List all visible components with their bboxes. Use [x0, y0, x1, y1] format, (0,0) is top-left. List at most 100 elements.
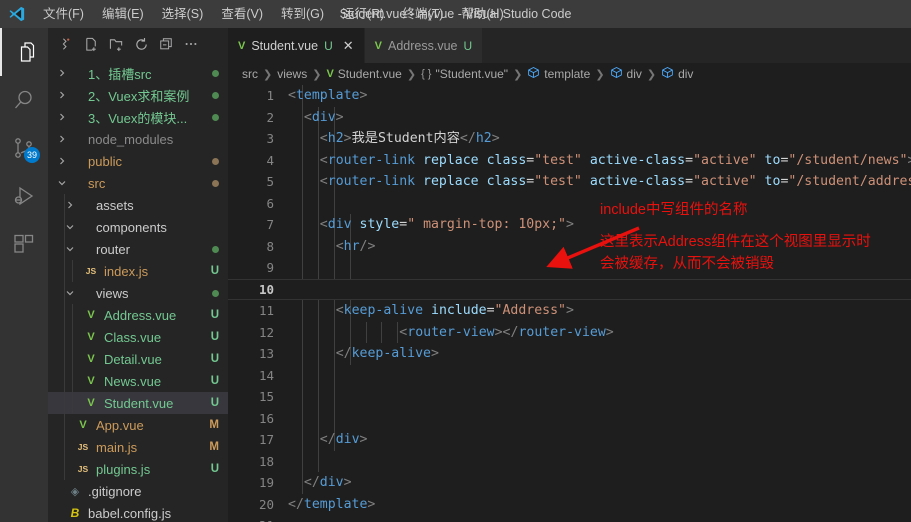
tree-item-nodemodules[interactable]: node_modules: [48, 128, 228, 150]
code-line[interactable]: 15: [228, 386, 911, 408]
breadcrumb-item-file[interactable]: V Student.vue: [326, 67, 401, 81]
code-line[interactable]: 12 <router-view></router-view>: [228, 322, 911, 344]
tree-item-babel.config.js[interactable]: Bbabel.config.js: [48, 502, 228, 522]
code-line[interactable]: 9: [228, 257, 911, 279]
chevron-down-icon[interactable]: [64, 216, 75, 238]
code-line[interactable]: 10: [228, 278, 911, 300]
breadcrumb[interactable]: src ❯ views ❯ V Student.vue ❯ { } "Stude…: [228, 63, 911, 85]
chevron-down-icon[interactable]: [56, 172, 67, 194]
code-token: >: [907, 153, 911, 168]
source-control-icon[interactable]: 39: [0, 124, 48, 172]
tree-item-student.vue[interactable]: V Student.vue U: [48, 392, 228, 414]
chevron-right-icon[interactable]: [56, 150, 67, 172]
refresh-explorer-icon[interactable]: [133, 36, 149, 52]
code-line[interactable]: 3 <h2>我是Student内容</h2>: [228, 128, 911, 150]
tree-item-detail.vue[interactable]: V Detail.vue U: [48, 348, 228, 370]
code-line[interactable]: 14: [228, 365, 911, 387]
more-actions-icon[interactable]: [183, 36, 199, 52]
extensions-icon[interactable]: [0, 220, 48, 268]
code-line[interactable]: 2 <div>: [228, 107, 911, 129]
git-status-badge: U: [210, 353, 219, 365]
code-token: to: [764, 152, 781, 168]
tab-student-vue[interactable]: V Student.vue U ✕: [228, 28, 365, 63]
search-icon[interactable]: [0, 76, 48, 124]
tree-item-app.vue[interactable]: V App.vue M: [48, 414, 228, 436]
breadcrumb-item-symbol-root[interactable]: { } "Student.vue": [421, 67, 508, 81]
code-token: >: [566, 303, 574, 318]
code-line[interactable]: 21: [228, 515, 911, 522]
code-token: >: [359, 88, 368, 103]
chevron-down-icon[interactable]: [64, 238, 75, 260]
code-editor[interactable]: 1 <template> 2 <div> 3 <h2>我是Student内容</h2> 4 <…: [228, 85, 911, 522]
run-and-debug-icon[interactable]: [0, 172, 48, 220]
tree-item-3vuex...[interactable]: 3、Vuex的模块...: [48, 106, 228, 128]
code-line[interactable]: 20 </template>: [228, 494, 911, 516]
chevron-right-icon[interactable]: [56, 106, 67, 128]
tree-item-1src[interactable]: 1、插槽src: [48, 62, 228, 84]
tab-address-vue[interactable]: V Address.vue U: [364, 28, 484, 63]
menu-go[interactable]: 转到(G): [272, 0, 333, 28]
vue-file-icon: V: [87, 375, 95, 387]
tree-item-src[interactable]: src: [48, 172, 228, 194]
line-number: 6: [266, 195, 274, 211]
code-line[interactable]: 11 <keep-alive include="Address">: [228, 300, 911, 322]
tree-item-label: Detail.vue: [104, 351, 162, 367]
git-file-icon: ◈: [70, 485, 80, 498]
close-icon[interactable]: ✕: [343, 39, 354, 52]
tree-item-news.vue[interactable]: V News.vue U: [48, 370, 228, 392]
tree-item-plugins.js[interactable]: JS plugins.js U: [48, 458, 228, 480]
new-folder-icon[interactable]: [108, 36, 124, 52]
tree-item-class.vue[interactable]: V Class.vue U: [48, 326, 228, 348]
chevron-right-icon[interactable]: [56, 128, 67, 150]
menu-bar[interactable]: 文件(F) 编辑(E) 选择(S) 查看(V) 转到(G) 运行(R) 终端(T…: [34, 0, 513, 28]
chevron-right-icon[interactable]: [56, 62, 67, 84]
vue-file-icon: V: [87, 397, 95, 409]
collapse-explorer-icon[interactable]: [58, 36, 74, 52]
tree-item-public[interactable]: public: [48, 150, 228, 172]
tree-item-components[interactable]: components: [48, 216, 228, 238]
menu-help[interactable]: 帮助(H): [452, 0, 512, 28]
chevron-right-icon[interactable]: [56, 84, 67, 106]
tree-item-main.js[interactable]: JS main.js M: [48, 436, 228, 458]
breadcrumb-item-views[interactable]: views: [277, 67, 307, 81]
code-line[interactable]: 1 <template>: [228, 85, 911, 107]
tree-item-router[interactable]: router: [48, 238, 228, 260]
file-tree[interactable]: 1、插槽src 2、Vuex求和案例 3、Vuex的模块... node_module…: [48, 60, 228, 522]
tree-item-assets[interactable]: assets: [48, 194, 228, 216]
editor-group: V Student.vue U ✕ V Address.vue U src ❯ …: [228, 28, 911, 522]
new-file-icon[interactable]: [83, 36, 99, 52]
menu-file[interactable]: 文件(F): [34, 0, 93, 28]
code-line[interactable]: 17 </div>: [228, 429, 911, 451]
collapse-folders-icon[interactable]: [158, 36, 174, 52]
chevron-right-icon[interactable]: [64, 194, 75, 216]
tree-item-views[interactable]: views: [48, 282, 228, 304]
menu-selection[interactable]: 选择(S): [153, 0, 213, 28]
chevron-down-icon[interactable]: [64, 282, 75, 304]
explorer-icon[interactable]: [0, 28, 48, 76]
code-line[interactable]: 6: [228, 193, 911, 215]
symbol-cube-icon: [527, 66, 540, 82]
breadcrumb-item-src[interactable]: src: [242, 67, 258, 81]
code-line[interactable]: 19 </div>: [228, 472, 911, 494]
tree-indent-guide: [64, 260, 65, 282]
code-line[interactable]: 4 <router-link replace class = "test" activ…: [228, 150, 911, 172]
code-lines[interactable]: 1 <template> 2 <div> 3 <h2>我是Student内容</h2> 4 <…: [228, 85, 911, 522]
code-line[interactable]: 5 <router-link replace class = "test" activ…: [228, 171, 911, 193]
breadcrumb-item-template[interactable]: template: [527, 66, 590, 82]
code-line[interactable]: 18: [228, 451, 911, 473]
tree-item-.gitignore[interactable]: ◈ .gitignore: [48, 480, 228, 502]
code-line[interactable]: 13 </keep-alive>: [228, 343, 911, 365]
menu-edit[interactable]: 编辑(E): [93, 0, 153, 28]
tree-item-2vuex[interactable]: 2、Vuex求和案例: [48, 84, 228, 106]
code-line[interactable]: 16: [228, 408, 911, 430]
editor-tabs: V Student.vue U ✕ V Address.vue U: [228, 28, 911, 63]
breadcrumb-item-div-1[interactable]: div: [610, 66, 642, 82]
tree-item-index.js[interactable]: JS index.js U: [48, 260, 228, 282]
tree-item-address.vue[interactable]: V Address.vue U: [48, 304, 228, 326]
breadcrumb-item-div-2[interactable]: div: [661, 66, 693, 82]
menu-view[interactable]: 查看(V): [212, 0, 272, 28]
menu-run[interactable]: 运行(R): [333, 0, 393, 28]
menu-terminal[interactable]: 终端(T): [393, 0, 452, 28]
